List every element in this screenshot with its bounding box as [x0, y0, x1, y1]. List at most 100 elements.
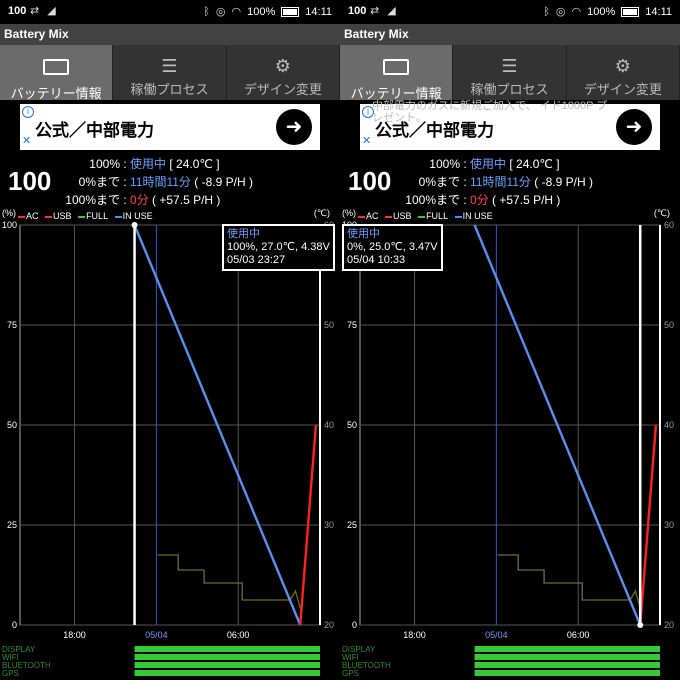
nfc-icon: ◎ [215, 6, 226, 18]
bluetooth-icon: ᛒ [203, 5, 210, 18]
battery-percent: 100% [587, 5, 616, 18]
wifi-icon: ◠ [571, 6, 582, 18]
status-row-label: GPS [342, 669, 359, 678]
info-key: 100%まで [65, 193, 120, 207]
network-icon: ◢ [387, 5, 396, 17]
y-tick-label: 75 [347, 320, 357, 330]
status-right: ᛒ ◎ ◠ 100% 14:11 [203, 5, 332, 19]
y2-tick-label: 20 [324, 620, 334, 630]
status-row-bar [134, 654, 320, 660]
y-tick-label: 100 [2, 220, 17, 230]
tab-battery-info[interactable]: バッテリー情報 [340, 45, 454, 101]
status-time: 14:11 [645, 5, 672, 18]
y2-tick-label: 50 [664, 320, 674, 330]
y-tick-label: 75 [7, 320, 17, 330]
tooltip-status: 使用中 [347, 228, 380, 240]
battery-chart[interactable]: 0202530504075501006018:0005/0406:00DISPL… [0, 215, 340, 680]
y2-tick-label: 40 [664, 420, 674, 430]
tooltip-line2: 05/04 10:33 [347, 254, 406, 266]
arrow-right-icon[interactable]: ➜ [276, 109, 312, 145]
battery-icon [43, 59, 70, 75]
y2-tick-label: 30 [324, 520, 334, 530]
x-tick-label: 06:00 [227, 630, 250, 640]
ad-info-icon[interactable]: i [362, 106, 374, 118]
app-title: Battery Mix [0, 24, 340, 45]
info-value: 使用中 [470, 157, 507, 171]
info-key: 100% [429, 157, 460, 171]
info-row-empty: 0%まで : 11時間11分 ( -8.9 P/H ) [0, 173, 253, 191]
tooltip-line2: 05/03 23:27 [227, 254, 286, 266]
ad-banner[interactable]: 中部電力のガスに新規ご加入で、 イド1000P プレゼント。 i ✕ 公式／中部… [360, 100, 660, 150]
app-title: Battery Mix [340, 24, 680, 45]
network-icon: ◢ [47, 5, 56, 17]
ad-close-icon[interactable]: ✕ [362, 134, 371, 147]
tab-bar: バッテリー情報 ☰ 稼働プロセス ⚙ デザイン変更 [340, 45, 680, 101]
status-row-bar [474, 646, 660, 652]
list-icon: ☰ [501, 56, 518, 76]
cursor-point [637, 622, 644, 628]
tab-label: 稼働プロセス [130, 82, 209, 97]
tooltip-line1: 100%, 27.0℃, 4.38V [227, 241, 330, 253]
tab-label: バッテリー情報 [10, 86, 102, 101]
tab-processes[interactable]: ☰ 稼働プロセス [113, 45, 227, 100]
info-row-current: 100% : 使用中 [ 24.0℃ ] [340, 155, 560, 173]
y-tick-label: 0 [12, 620, 17, 630]
gear-icon: ⚙ [274, 56, 291, 76]
gear-icon: ⚙ [614, 56, 631, 76]
info-key: 100%まで [405, 193, 460, 207]
x-tick-label: 18:00 [403, 630, 426, 640]
status-row-bar [474, 662, 660, 668]
x-tick-label: 05/04 [145, 630, 168, 640]
wifi-icon: ◠ [231, 6, 242, 18]
ad-banner[interactable]: i ✕ 公式／中部電力 ➜ [20, 104, 320, 150]
y-tick-label: 25 [347, 520, 357, 530]
status-bar: 100 ⇄ ◢ ᛒ ◎ ◠ 100% 14:11 [340, 0, 680, 24]
temperature-line [497, 554, 641, 609]
tooltip-line1: 0%, 25.0℃, 3.47V [347, 241, 438, 253]
info-value: 0分 [130, 193, 149, 207]
tooltip-status: 使用中 [227, 228, 260, 240]
info-value: 0分 [470, 193, 489, 207]
info-extra: [ 24.0℃ ] [509, 157, 560, 171]
chart-tooltip: 使用中 100%, 27.0℃, 4.38V 05/03 23:27 [222, 224, 335, 271]
status-level-badge: 100 [8, 5, 27, 17]
arrow-right-icon[interactable]: ➜ [616, 109, 652, 145]
sync-icon: ⇄ [370, 5, 380, 17]
x-tick-label: 18:00 [63, 630, 86, 640]
tab-design[interactable]: ⚙ デザイン変更 [227, 45, 340, 100]
tab-processes[interactable]: ☰ 稼働プロセス [453, 45, 567, 100]
info-key: 0%まで [418, 175, 460, 189]
status-row-bar [474, 654, 660, 660]
bluetooth-icon: ᛒ [543, 5, 550, 18]
ad-info-icon[interactable]: i [22, 106, 34, 118]
chart-tooltip: 使用中 0%, 25.0℃, 3.47V 05/04 10:33 [342, 224, 443, 271]
ad-close-icon[interactable]: ✕ [22, 134, 31, 147]
tab-bar: バッテリー情報 ☰ 稼働プロセス ⚙ デザイン変更 [0, 45, 340, 101]
info-extra: ( +57.5 P/H ) [492, 193, 561, 207]
left-panel: 100 ⇄ ◢ ᛒ ◎ ◠ 100% 14:11 Battery Mix バッテ… [0, 0, 340, 680]
battery-icon [621, 6, 640, 17]
status-row-bar [474, 670, 660, 676]
info-extra: [ 24.0℃ ] [169, 157, 220, 171]
tab-battery-info[interactable]: バッテリー情報 [0, 45, 114, 101]
info-key: 0%まで [78, 175, 120, 189]
y-tick-label: 25 [7, 520, 17, 530]
battery-percent: 100% [247, 5, 276, 18]
y2-tick-label: 20 [664, 620, 674, 630]
y-tick-label: 50 [7, 420, 17, 430]
ad-text: 公式／中部電力 [375, 121, 494, 140]
tab-label: デザイン変更 [243, 82, 322, 97]
status-bar: 100 ⇄ ◢ ᛒ ◎ ◠ 100% 14:11 [0, 0, 340, 24]
info-value: 11時間11分 [470, 175, 531, 189]
status-right: ᛒ ◎ ◠ 100% 14:11 [543, 5, 672, 19]
info-value: 使用中 [130, 157, 167, 171]
ad-text: 公式／中部電力 [35, 121, 154, 140]
temperature-line [157, 554, 301, 609]
right-panel: 100 ⇄ ◢ ᛒ ◎ ◠ 100% 14:11 Battery Mix バッテ… [340, 0, 680, 680]
y2-tick-label: 40 [324, 420, 334, 430]
info-row-full: 100%まで : 0分 ( +57.5 P/H ) [0, 191, 220, 209]
tab-design[interactable]: ⚙ デザイン変更 [567, 45, 680, 100]
info-key: 100% [89, 157, 120, 171]
battery-chart[interactable]: 0202530504075501006018:0005/0406:00DISPL… [340, 215, 680, 680]
tab-label: デザイン変更 [583, 82, 662, 97]
